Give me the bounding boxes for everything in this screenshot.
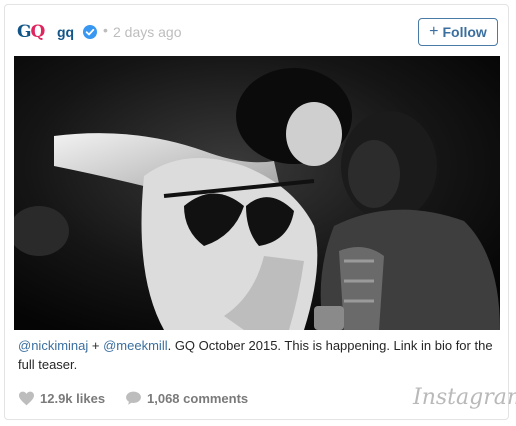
comment-icon[interactable] — [125, 390, 142, 406]
follow-label: Follow — [442, 24, 487, 40]
mention-nickiminaj[interactable]: @nickiminaj — [18, 338, 88, 353]
instagram-embed-card: GQ gq • 2 days ago + Follow @nickiminaj … — [4, 4, 516, 420]
post-footer: 12.9k likes 1,068 comments Instagram — [5, 385, 516, 415]
verified-badge-icon — [83, 25, 97, 39]
likes-count[interactable]: 12.9k likes — [40, 391, 105, 406]
follow-button[interactable]: + Follow — [418, 18, 498, 46]
username-link[interactable]: gq — [57, 24, 74, 40]
post-photo[interactable] — [14, 56, 500, 330]
caption-plus: + — [88, 338, 104, 353]
post-timestamp[interactable]: 2 days ago — [113, 24, 182, 40]
photo-image — [14, 56, 500, 330]
gq-logo[interactable]: GQ — [17, 22, 45, 42]
mention-meekmill[interactable]: @meekmill — [103, 338, 167, 353]
separator-dot: • — [103, 22, 108, 38]
heart-icon[interactable] — [18, 391, 35, 406]
post-header: GQ gq • 2 days ago + Follow — [5, 5, 508, 57]
comments-count[interactable]: 1,068 comments — [147, 391, 248, 406]
plus-icon: + — [429, 23, 439, 40]
instagram-logo[interactable]: Instagram — [413, 385, 516, 410]
post-caption: @nickiminaj + @meekmill. GQ October 2015… — [18, 336, 498, 374]
